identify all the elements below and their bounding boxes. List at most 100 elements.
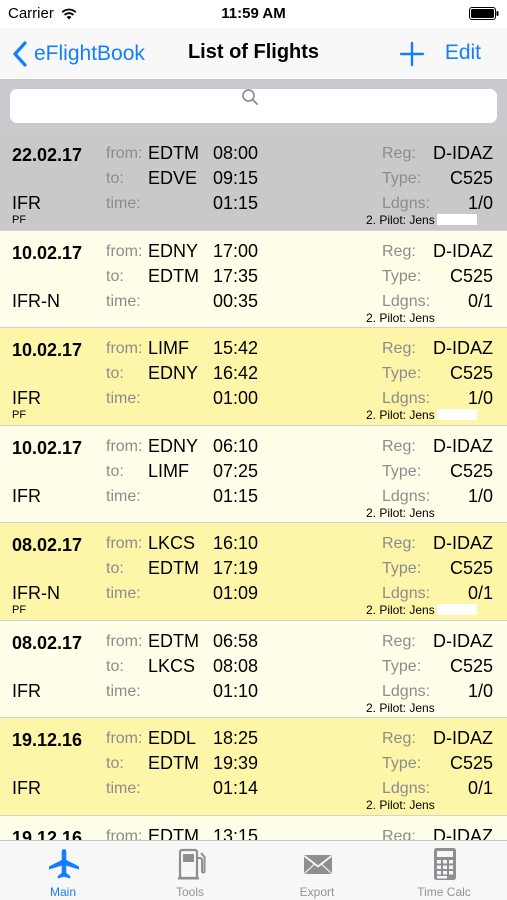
registration-label: Reg: [382,340,416,357]
flight-list: 22.02.17 IFR PF from: to: time: EDTM EDV… [0,133,507,840]
tab-time-calc[interactable]: Time Calc [381,841,507,900]
arrival-time: 16:42 [212,363,258,383]
from-label: from: [106,535,143,552]
tab-main[interactable]: Main [0,841,126,900]
aircraft-type: C525 [449,558,493,578]
flight-row[interactable]: 10.02.17 IFR from: to: time: EDNY LIMF 0… [0,425,507,523]
second-pilot: 2. Pilot: Jens [366,701,477,715]
flight-row[interactable]: 22.02.17 IFR PF from: to: time: EDTM EDV… [0,133,507,231]
flight-row[interactable]: 08.02.17 IFR-N PF from: to: time: LKCS E… [0,523,507,621]
flight-duration: 01:00 [212,388,258,408]
time-label: time: [106,682,141,700]
status-time: 11:59 AM [221,5,286,22]
second-pilot-name: 2. Pilot: Jens [366,603,435,617]
to-label: to: [106,462,124,480]
flight-date: 10.02.17 [12,437,83,458]
tab-tools[interactable]: Tools [127,841,253,900]
flight-rules: IFR [12,193,41,213]
flight-date: 10.02.17 [12,242,83,263]
edit-button[interactable]: Edit [445,41,481,65]
departure-time: 06:58 [212,630,258,651]
registration-label: Reg: [382,730,416,747]
second-pilot: 2. Pilot: Jens [366,408,477,422]
second-pilot: 2. Pilot: Jens [366,506,477,520]
tab-export[interactable]: Export [254,841,380,900]
redaction-box [436,604,477,615]
arrival-time: 17:19 [212,558,258,578]
pilot-function: PF [12,604,27,616]
envelope-icon [303,855,333,874]
registration-label: Reg: [382,145,416,162]
second-pilot-name: 2. Pilot: Jens [366,408,435,422]
flight-duration: 01:14 [212,778,258,798]
departure-time: 18:25 [212,728,258,748]
flight-rules: IFR [12,778,41,798]
aircraft-type: C525 [449,655,493,676]
departure-time: 06:10 [212,435,258,456]
arrival-time: 19:39 [212,753,258,773]
second-pilot: 2. Pilot: Jens [366,603,477,617]
to-label: to: [106,560,124,577]
flight-date: 22.02.17 [12,145,83,165]
aircraft-registration: D-IDAZ [433,435,493,456]
flight-row[interactable]: 10.02.17 IFR PF from: to: time: LIMF EDN… [0,328,507,426]
flight-row[interactable]: 19.12.16 IFR from: to: time: EDDL EDTM 1… [0,718,507,816]
landings-count: 1/0 [467,388,493,408]
time-label: time: [106,390,141,407]
tab-label: Export [299,885,335,899]
arrival-time: 17:35 [212,265,258,286]
navigation-bar: eFlightBook List of Flights Edit [0,28,507,80]
airplane-icon [49,849,79,879]
aircraft-type: C525 [449,265,493,286]
flight-duration: 01:10 [212,680,258,701]
pilot-function: PF [12,214,27,226]
back-button[interactable]: eFlightBook [12,39,145,69]
landings-count: 1/0 [467,485,493,506]
flight-duration: 01:15 [212,193,258,213]
registration-label: Reg: [382,827,416,841]
flight-row[interactable]: 08.02.17 IFR from: to: time: EDTM LKCS 0… [0,620,507,718]
aircraft-type: C525 [449,363,493,383]
departure-time: 17:00 [212,240,258,261]
aircraft-registration: D-IDAZ [433,338,493,358]
search-input[interactable] [10,89,497,123]
second-pilot-name: 2. Pilot: Jens [366,700,435,715]
aircraft-type: C525 [449,460,493,481]
to-label: to: [106,170,124,187]
flight-rules: IFR [12,485,41,506]
pilot-function: PF [12,409,27,421]
time-label: time: [106,585,141,602]
tab-label: Time Calc [417,885,471,899]
registration-label: Reg: [382,242,416,260]
status-bar: Carrier 11:59 AM [0,0,507,28]
time-label: time: [106,195,141,212]
flight-row[interactable]: 19.12.16 from: EDTM 13:15 Reg: D-IDAZ [0,815,507,841]
flight-date: 10.02.17 [12,340,83,360]
from-label: from: [106,632,143,650]
flight-duration: 00:35 [212,290,258,311]
add-icon[interactable] [398,40,426,68]
tab-label: Main [49,885,76,899]
battery-icon [469,7,499,20]
departure-time: 15:42 [212,338,258,358]
from-label: from: [106,340,143,357]
aircraft-registration: D-IDAZ [433,533,493,553]
departure-time: 16:10 [212,533,258,553]
search-bar [0,80,507,133]
from-label: from: [106,437,143,455]
chevron-left-icon [13,41,27,67]
flight-rules: IFR [12,680,41,701]
departure-time: 08:00 [212,143,258,163]
to-label: to: [106,755,124,772]
redaction-box [436,799,477,810]
second-pilot-name: 2. Pilot: Jens [366,213,435,227]
flight-row[interactable]: 10.02.17 IFR-N from: to: time: EDNY EDTM… [0,230,507,328]
tab-bar: Main Tools Export Time Calc [0,840,507,900]
registration-label: Reg: [382,437,416,455]
tab-label: Tools [175,885,204,899]
landings-count: 1/0 [467,193,493,213]
flight-rules: IFR-N [12,583,60,603]
fuel-pump-icon [178,848,206,880]
redaction-box [436,409,477,420]
flight-duration: 01:15 [212,485,258,506]
